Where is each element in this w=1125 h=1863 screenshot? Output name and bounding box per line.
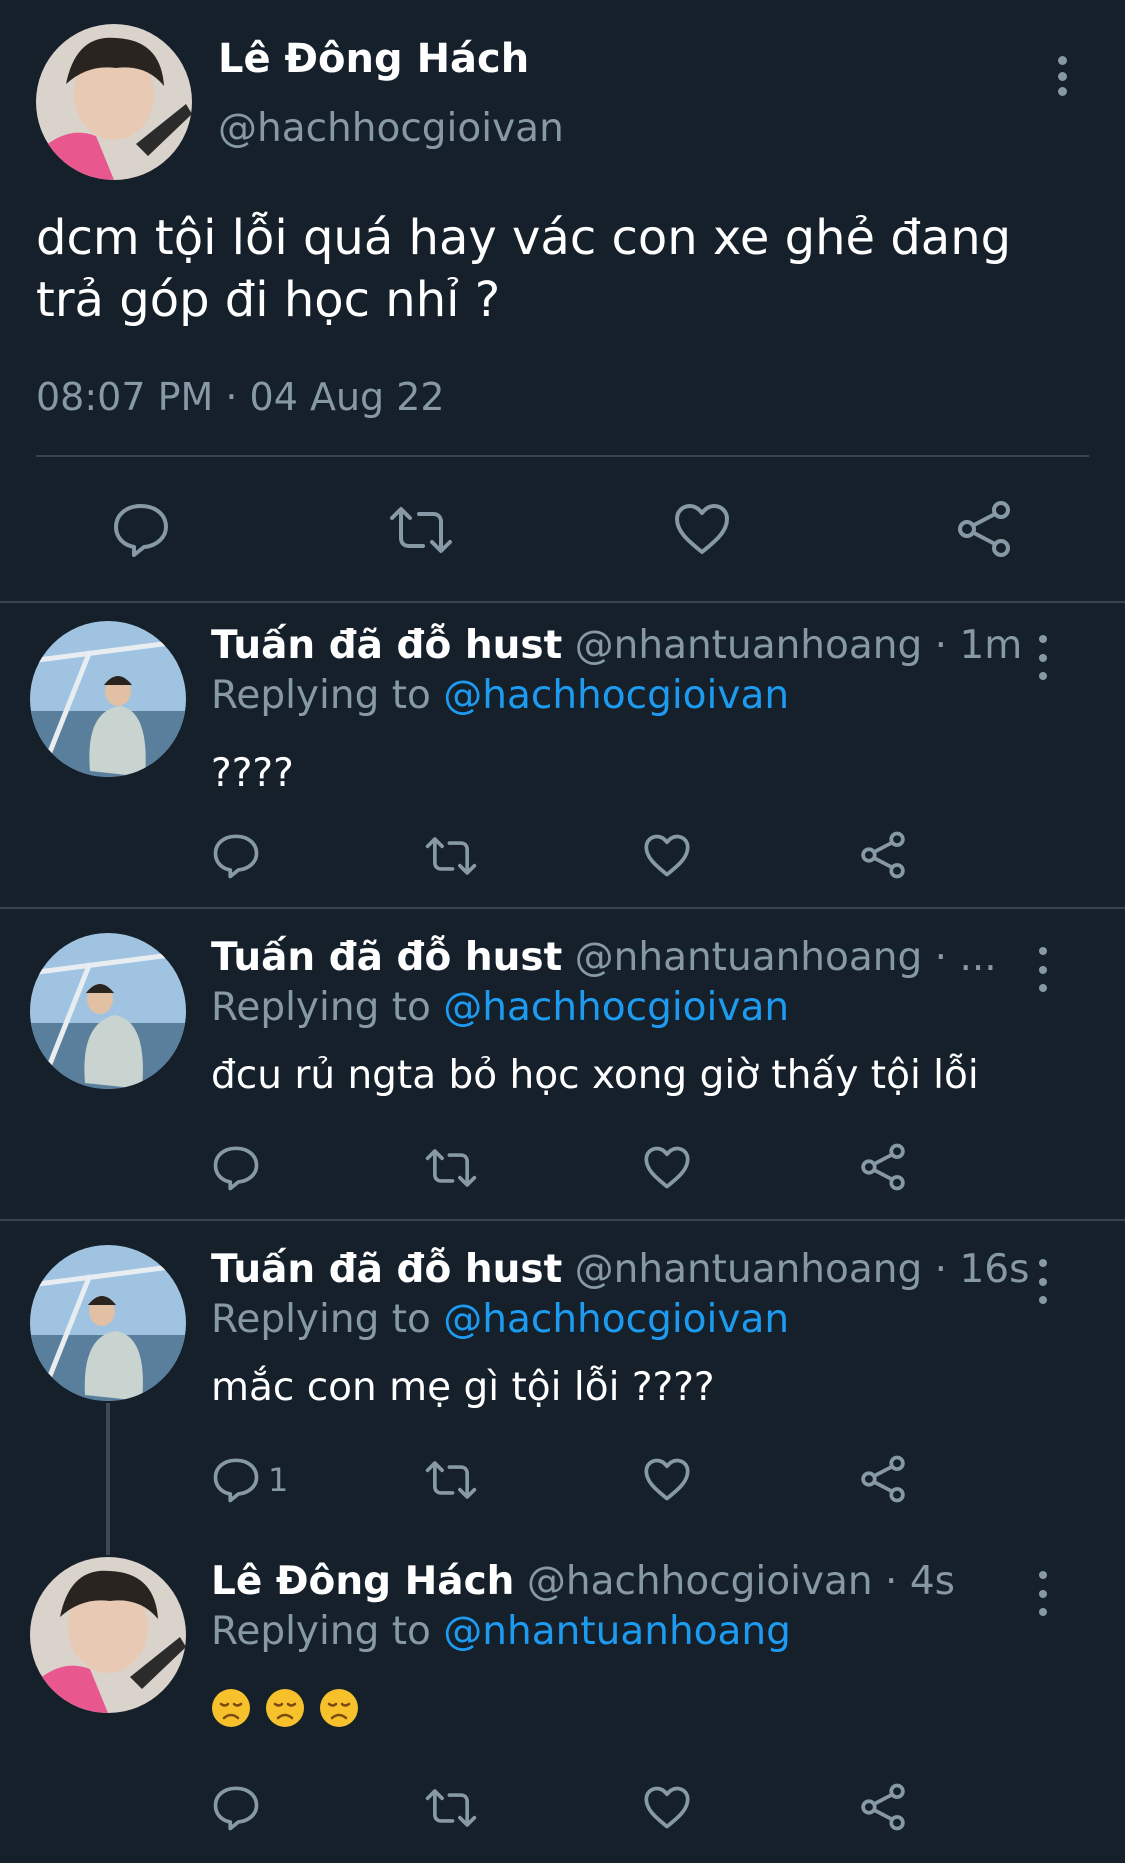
reply-header: Tuấn đã đỗ hust @nhantuanhoang · 1m bbox=[211, 621, 1022, 671]
replying-to-mention[interactable]: @nhantuanhoang bbox=[443, 1609, 791, 1654]
avatar-photo-icon bbox=[30, 1557, 186, 1713]
like-icon bbox=[675, 504, 729, 554]
replying-label: Replying to bbox=[211, 1297, 444, 1342]
replying-label: Replying to bbox=[211, 985, 444, 1030]
reply-header: Tuấn đã đỗ hust @nhantuanhoang · 16s bbox=[211, 1245, 1029, 1295]
reply-button[interactable] bbox=[212, 833, 268, 879]
retweet-button[interactable] bbox=[424, 1147, 478, 1189]
avatar-photo-icon bbox=[30, 933, 186, 1089]
reply-icon bbox=[213, 1146, 259, 1191]
author-name[interactable]: Lê Đông Hách bbox=[218, 34, 529, 84]
share-icon bbox=[861, 1143, 905, 1191]
reply-author-avatar[interactable] bbox=[30, 621, 186, 777]
reply-tweet[interactable]: Tuấn đã đỗ hust @nhantuanhoang · ... Rep… bbox=[0, 907, 1125, 1221]
thread-connector-line bbox=[106, 1403, 110, 1555]
share-icon bbox=[958, 501, 1010, 557]
retweet-button[interactable] bbox=[388, 504, 454, 556]
avatar-photo-icon bbox=[30, 621, 186, 777]
reply-icon bbox=[213, 1458, 259, 1503]
share-icon bbox=[861, 1455, 905, 1503]
retweet-button[interactable] bbox=[424, 1459, 478, 1501]
main-tweet: Lê Đông Hách @hachhocgioivan dcm tội lỗi… bbox=[0, 0, 1125, 603]
replying-to-mention[interactable]: @hachhocgioivan bbox=[443, 985, 789, 1030]
reply-text: mắc con mẹ gì tội lỗi ???? bbox=[211, 1365, 715, 1410]
reply-button[interactable] bbox=[212, 1145, 268, 1191]
reply-author-name[interactable]: Lê Đông Hách bbox=[211, 1559, 514, 1604]
tweet-timestamp: 08:07 PM · 04 Aug 22 bbox=[36, 375, 445, 419]
replying-to-mention[interactable]: @hachhocgioivan bbox=[443, 1297, 789, 1342]
avatar-photo-icon bbox=[36, 24, 192, 180]
replying-to-line: Replying to @hachhocgioivan bbox=[211, 1295, 789, 1345]
reply-author-name[interactable]: Tuấn đã đỗ hust bbox=[211, 935, 562, 980]
reply-button[interactable] bbox=[112, 502, 170, 558]
replying-label: Replying to bbox=[211, 673, 444, 718]
reply-header: Tuấn đã đỗ hust @nhantuanhoang · ... bbox=[211, 933, 997, 983]
retweet-icon bbox=[425, 1461, 477, 1499]
more-options-icon[interactable] bbox=[1052, 56, 1072, 96]
reply-tweet[interactable]: Tuấn đã đỗ hust @nhantuanhoang · 1m Repl… bbox=[0, 601, 1125, 913]
tweet-text-line-1: dcm tội lỗi quá hay vác con xe ghẻ đang bbox=[36, 210, 1012, 266]
reply-button[interactable] bbox=[212, 1785, 268, 1831]
reply-author-avatar[interactable] bbox=[30, 1557, 186, 1713]
disappointed-face-emoji-icon bbox=[212, 1688, 250, 1727]
more-options-icon[interactable] bbox=[1033, 1259, 1053, 1304]
reply-handle-time[interactable]: @nhantuanhoang · ... bbox=[562, 935, 997, 980]
like-button[interactable] bbox=[673, 502, 731, 556]
like-icon bbox=[644, 1458, 690, 1501]
reply-author-name[interactable]: Tuấn đã đỗ hust bbox=[211, 623, 562, 668]
replying-to-mention[interactable]: @hachhocgioivan bbox=[443, 673, 789, 718]
reply-icon bbox=[213, 1786, 259, 1831]
reply-icon bbox=[213, 834, 259, 879]
retweet-icon bbox=[425, 1789, 477, 1827]
like-icon bbox=[644, 834, 690, 877]
reply-handle-time[interactable]: @hachhocgioivan · 4s bbox=[514, 1559, 955, 1604]
avatar-photo-icon bbox=[30, 1245, 186, 1401]
retweet-icon bbox=[390, 507, 452, 553]
like-button[interactable] bbox=[643, 1457, 691, 1502]
replying-label: Replying to bbox=[211, 1609, 444, 1654]
replying-to-line: Replying to @hachhocgioivan bbox=[211, 983, 789, 1033]
share-button[interactable] bbox=[859, 1143, 907, 1191]
reply-text bbox=[211, 1681, 373, 1731]
like-icon bbox=[644, 1146, 690, 1189]
more-options-icon[interactable] bbox=[1033, 947, 1053, 992]
more-options-icon[interactable] bbox=[1033, 635, 1053, 680]
retweet-icon bbox=[425, 837, 477, 875]
disappointed-face-emoji-icon bbox=[266, 1688, 304, 1727]
retweet-button[interactable] bbox=[424, 1787, 478, 1829]
reply-author-name[interactable]: Tuấn đã đỗ hust bbox=[211, 1247, 562, 1292]
tweet-text-line-2: trả góp đi học nhỉ ? bbox=[36, 272, 501, 328]
reply-author-avatar[interactable] bbox=[30, 933, 186, 1089]
author-handle[interactable]: @hachhocgioivan bbox=[218, 104, 564, 154]
reply-handle-time[interactable]: @nhantuanhoang · 1m bbox=[562, 623, 1023, 668]
divider bbox=[36, 455, 1089, 457]
like-button[interactable] bbox=[643, 1785, 691, 1830]
share-icon bbox=[861, 831, 905, 879]
like-button[interactable] bbox=[643, 833, 691, 878]
reply-header: Lê Đông Hách @hachhocgioivan · 4s bbox=[211, 1557, 955, 1607]
share-icon bbox=[861, 1783, 905, 1831]
reply-text: ???? bbox=[211, 751, 294, 796]
share-button[interactable] bbox=[859, 1783, 907, 1831]
share-button[interactable] bbox=[859, 1455, 907, 1503]
reply-author-avatar[interactable] bbox=[30, 1245, 186, 1401]
replying-to-line: Replying to @hachhocgioivan bbox=[211, 671, 789, 721]
author-avatar[interactable] bbox=[36, 24, 192, 180]
retweet-button[interactable] bbox=[424, 835, 478, 877]
reply-tweet[interactable]: Lê Đông Hách @hachhocgioivan · 4s Replyi… bbox=[0, 1553, 1125, 1863]
disappointed-face-emoji-icon bbox=[320, 1688, 358, 1727]
more-options-icon[interactable] bbox=[1033, 1571, 1053, 1616]
replying-to-line: Replying to @nhantuanhoang bbox=[211, 1607, 791, 1657]
like-icon bbox=[644, 1786, 690, 1829]
reply-handle-time[interactable]: @nhantuanhoang · 16s bbox=[562, 1247, 1030, 1292]
reply-count: 1 bbox=[268, 1461, 289, 1499]
reply-text: đcu rủ ngta bỏ học xong giờ thấy tội lỗi bbox=[211, 1053, 979, 1098]
reply-button[interactable]: 1 bbox=[212, 1457, 288, 1503]
reply-tweet[interactable]: Tuấn đã đỗ hust @nhantuanhoang · 16s Rep… bbox=[0, 1219, 1125, 1555]
share-button[interactable] bbox=[955, 500, 1013, 558]
like-button[interactable] bbox=[643, 1145, 691, 1190]
share-button[interactable] bbox=[859, 831, 907, 879]
retweet-icon bbox=[425, 1149, 477, 1187]
reply-icon bbox=[114, 504, 168, 557]
